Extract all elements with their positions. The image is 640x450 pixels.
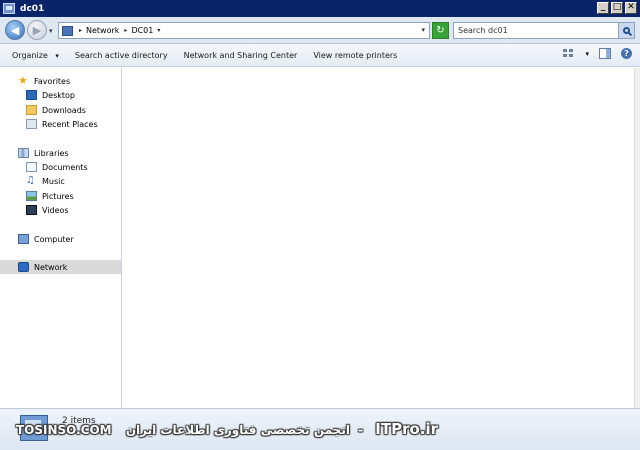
nav-label: Favorites <box>34 76 71 86</box>
search-icon <box>623 27 630 34</box>
preview-pane-icon[interactable] <box>599 48 611 59</box>
breadcrumb-label: Network <box>86 26 120 35</box>
search-button[interactable] <box>618 23 634 38</box>
nav-favorites[interactable]: ★ Favorites <box>0 74 121 88</box>
recent-pages-dropdown[interactable]: ▾ <box>49 27 53 35</box>
address-history-dropdown[interactable]: ▾ <box>421 26 425 34</box>
libraries-icon <box>18 148 29 158</box>
nav-desktop[interactable]: Desktop <box>0 88 121 102</box>
nav-label: Recent Places <box>42 119 98 129</box>
window-controls: _ □ ✕ <box>597 2 637 14</box>
nav-label: Music <box>42 176 65 186</box>
breadcrumb-separator-icon: ▸ <box>79 27 83 34</box>
details-pane: 2 items TOSINSO.COM انجمن تخصصی فناوری ا… <box>0 408 640 450</box>
breadcrumb-chevron-icon[interactable]: ▾ <box>157 27 160 34</box>
title-bar: dc01 _ □ ✕ <box>0 0 640 17</box>
maximize-button[interactable]: □ <box>611 2 623 14</box>
star-icon: ★ <box>18 74 28 87</box>
view-remote-printers-button[interactable]: View remote printers <box>305 51 405 60</box>
breadcrumb-separator-icon: ▸ <box>124 27 128 34</box>
music-icon: ♫ <box>26 175 35 186</box>
file-list-area[interactable] <box>123 68 634 408</box>
address-bar[interactable]: ▸ Network ▸ DC01 ▾ ▾ <box>58 22 430 39</box>
nav-downloads[interactable]: Downloads <box>0 103 121 117</box>
watermark-tagline: انجمن تخصصی فناوری اطلاعات ایران <box>125 423 350 437</box>
chevron-down-icon: ▾ <box>55 51 59 60</box>
nav-documents[interactable]: Documents <box>0 160 121 174</box>
view-options-chevron-icon[interactable]: ▾ <box>585 50 589 58</box>
nav-label: Pictures <box>42 191 74 201</box>
nav-label: Downloads <box>42 105 86 115</box>
network-location-icon <box>62 25 73 36</box>
nav-label: Videos <box>42 205 69 215</box>
watermark-separator: - <box>358 423 364 437</box>
nav-music[interactable]: ♫ Music <box>0 174 121 188</box>
document-icon <box>26 162 37 172</box>
nav-label: Computer <box>34 234 74 244</box>
nav-computer[interactable]: Computer <box>0 232 121 246</box>
window-title: dc01 <box>20 3 45 14</box>
organize-button[interactable]: Organize ▾ <box>0 51 67 60</box>
nav-label: Libraries <box>34 148 69 158</box>
address-bar-area: ◀ ▶ ▾ ▸ Network ▸ DC01 ▾ ▾ ↻ Search dc01 <box>0 17 640 44</box>
command-bar: Organize ▾ Search active directory Netwo… <box>0 44 640 67</box>
close-button[interactable]: ✕ <box>625 2 637 14</box>
computer-icon <box>18 234 29 244</box>
network-icon <box>18 262 29 272</box>
recent-places-icon <box>26 119 37 129</box>
help-icon[interactable]: ? <box>621 48 632 59</box>
forward-button[interactable]: ▶ <box>27 20 47 40</box>
nav-videos[interactable]: Videos <box>0 203 121 217</box>
window-icon <box>3 3 15 14</box>
organize-label: Organize <box>12 50 48 60</box>
nav-label: Desktop <box>42 90 75 100</box>
navigation-pane: ★ Favorites Desktop Downloads Recent Pla… <box>0 68 122 408</box>
search-active-directory-button[interactable]: Search active directory <box>67 51 176 60</box>
watermark-brand: ITPro.ir <box>375 420 439 438</box>
watermark-overlay: TOSINSO.COM انجمن تخصصی فناوری اطلاعات ا… <box>16 420 438 438</box>
breadcrumb-label: DC01 <box>131 26 154 35</box>
breadcrumb-network[interactable]: ▸ Network <box>79 26 119 35</box>
back-button[interactable]: ◀ <box>5 20 25 40</box>
nav-label: Documents <box>42 162 88 172</box>
change-view-icon[interactable] <box>562 48 575 59</box>
search-input[interactable]: Search dc01 <box>453 22 635 39</box>
network-sharing-center-button[interactable]: Network and Sharing Center <box>176 51 306 60</box>
watermark-site: TOSINSO.COM <box>16 423 112 437</box>
pictures-icon <box>26 191 37 201</box>
refresh-button[interactable]: ↻ <box>432 22 449 39</box>
nav-network[interactable]: Network <box>0 260 121 274</box>
view-controls: ▾ ? <box>562 48 632 59</box>
breadcrumb-dc01[interactable]: ▸ DC01 ▾ <box>124 26 160 35</box>
window-right-edge <box>634 68 640 408</box>
nav-recent-places[interactable]: Recent Places <box>0 117 121 131</box>
nav-label: Network <box>34 262 68 272</box>
search-placeholder: Search dc01 <box>458 26 508 35</box>
minimize-button[interactable]: _ <box>597 2 609 14</box>
nav-pictures[interactable]: Pictures <box>0 189 121 203</box>
videos-icon <box>26 205 37 215</box>
folder-icon <box>26 105 37 115</box>
desktop-icon <box>26 90 37 100</box>
nav-libraries[interactable]: Libraries <box>0 146 121 160</box>
